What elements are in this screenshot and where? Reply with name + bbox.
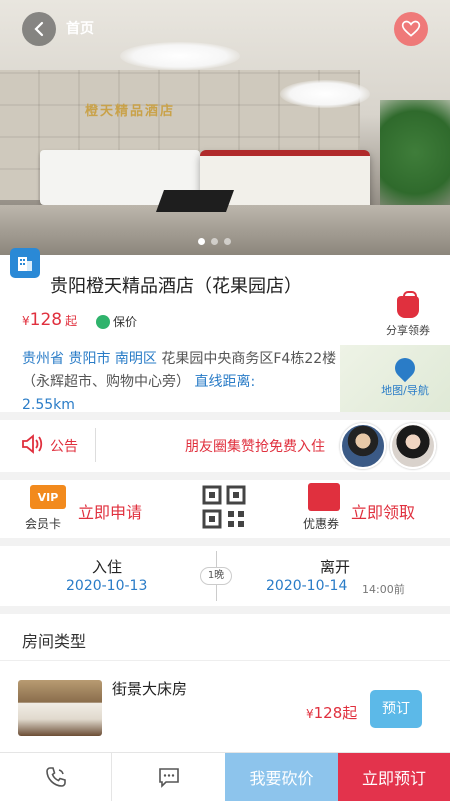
share-coupon-label: 分享领券 (386, 324, 430, 337)
coupon-icon (308, 483, 340, 511)
map-navigation-button[interactable]: 地图/导航 (370, 353, 440, 398)
share-coupon-button[interactable]: 分享领券 (378, 291, 438, 338)
hotel-hero-image[interactable]: 橙天精品酒店 首页 (0, 0, 450, 255)
checkin-label: 入住 (92, 558, 123, 576)
map-pin-icon (390, 353, 420, 383)
coupon-label: 优惠券 (303, 517, 340, 531)
room-price-value: 128起 (313, 704, 358, 722)
hero-ceiling-light (120, 42, 240, 70)
phone-icon (45, 767, 66, 787)
checkout-label: 离开 (320, 558, 351, 576)
hero-coffee-table (155, 190, 235, 212)
price-value: 128 (29, 310, 63, 330)
back-button[interactable] (22, 12, 56, 46)
notice-label: 公告 (50, 439, 78, 455)
room-book-button[interactable]: 预订 (370, 690, 422, 728)
heart-icon (401, 20, 421, 37)
page-title: 首页 (66, 21, 94, 37)
room-types-title: 房间类型 (22, 632, 87, 651)
carousel-dot[interactable] (198, 238, 205, 245)
chat-icon (158, 768, 179, 788)
hotel-name: 贵阳橙天精品酒店（花果园店） (50, 276, 302, 297)
checkout-date[interactable]: 2020-10-14 (266, 578, 347, 594)
chat-button[interactable] (112, 753, 225, 801)
shield-icon (96, 314, 110, 329)
address-region: 贵州省 贵阳市 南明区 (22, 351, 157, 367)
apply-membership-button[interactable]: 立即申请 (78, 499, 142, 523)
carousel-dot[interactable] (211, 238, 218, 245)
room-name: 街景大床房 (112, 680, 188, 698)
hotel-building-icon (10, 248, 40, 278)
price-currency: ¥ (22, 314, 30, 328)
hotel-address: 贵州省 贵阳市 南明区 花果园中央商务区F4栋22楼（永辉超市、购物中心旁） 直… (22, 348, 362, 417)
room-price: ¥128起 (306, 702, 357, 723)
section-divider (0, 412, 450, 420)
bottom-action-bar: 我要砍价 立即预订 (0, 752, 450, 801)
section-divider (0, 606, 450, 614)
hero-ceiling-light (280, 80, 370, 108)
book-now-button[interactable]: 立即预订 (338, 753, 450, 801)
claim-coupon-button[interactable]: 立即领取 (351, 499, 415, 523)
carousel-dot[interactable] (224, 238, 231, 245)
favorite-button[interactable] (394, 12, 428, 46)
carousel-indicator (198, 238, 231, 245)
vip-card-icon: VIP (30, 485, 66, 509)
price-unit: 起 (65, 314, 78, 328)
hotel-sign: 橙天精品酒店 (85, 104, 176, 119)
distance-value: 2.55km (22, 397, 75, 413)
guarantee-label: 保价 (113, 315, 138, 329)
checkin-date[interactable]: 2020-10-13 (66, 578, 147, 594)
member-card-label: 会员卡 (25, 517, 62, 531)
room-thumbnail[interactable] (18, 680, 102, 736)
map-navigation-label: 地图/导航 (381, 384, 429, 397)
bargain-button[interactable]: 我要砍价 (225, 753, 338, 801)
hero-floor (0, 205, 450, 255)
nights-badge: 1晚 (200, 567, 232, 585)
qr-code-icon[interactable] (202, 485, 246, 529)
back-arrow-icon (34, 21, 44, 37)
red-bag-icon (397, 291, 419, 318)
notice-divider (95, 428, 96, 462)
hotel-price: ¥128 起 (22, 310, 77, 330)
notice-marquee[interactable]: 朋友圈集赞抢免费入住 (185, 436, 335, 456)
section-divider (0, 472, 450, 480)
speaker-icon (22, 434, 43, 454)
section-divider (0, 538, 450, 546)
call-button[interactable] (0, 753, 112, 801)
price-guarantee-badge: 保价 (96, 313, 137, 330)
avatar[interactable] (340, 423, 386, 469)
distance-label: 直线距离: (194, 374, 256, 390)
section-line (0, 660, 450, 661)
room-price-currency: ¥ (306, 707, 314, 721)
avatar[interactable] (390, 423, 436, 469)
checkout-time: 14:00前 (362, 583, 405, 596)
